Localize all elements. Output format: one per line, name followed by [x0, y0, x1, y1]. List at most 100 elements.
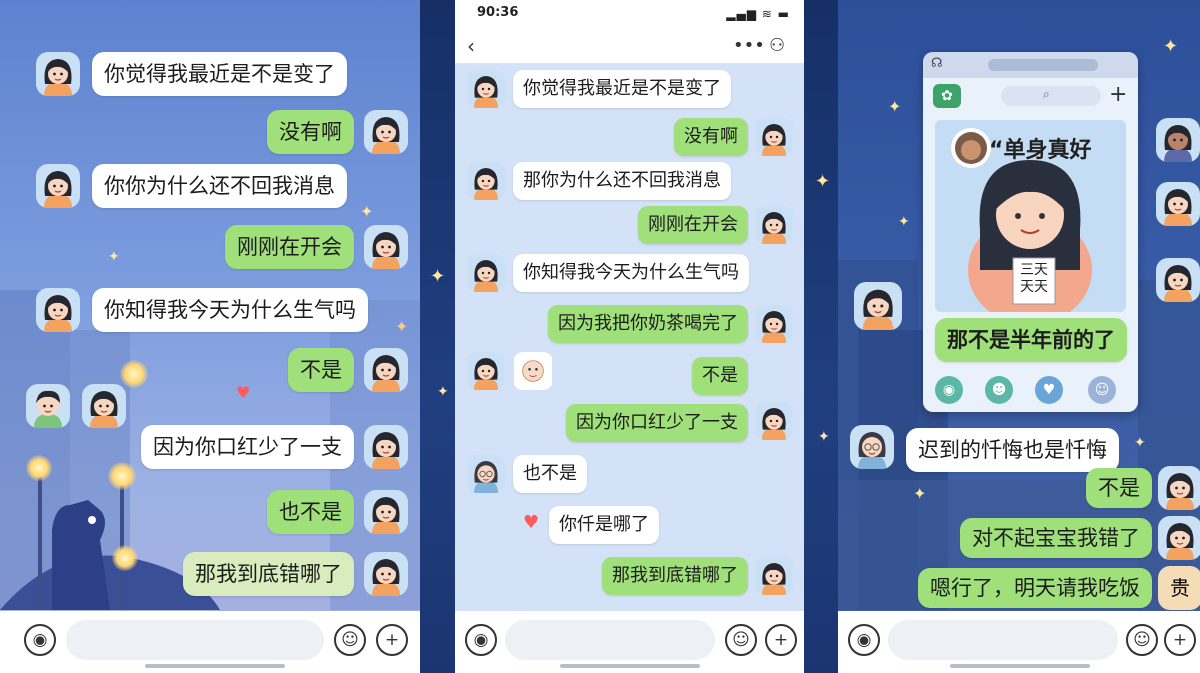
emoji-icon[interactable]: ☺ — [334, 624, 366, 656]
message-bubble[interactable]: 你你为什么还不回我消息 — [92, 164, 347, 208]
chat-panel-1: ✦ ✦ ✦ ♥ 你觉得我最近是不是变了 没有啊 你你为什么还不回我消息 刚刚在开… — [0, 0, 420, 673]
panel-divider — [420, 0, 455, 673]
sparkle-icon: ✦ — [360, 202, 374, 221]
avatar[interactable] — [364, 110, 408, 154]
avatar[interactable] — [1156, 182, 1200, 226]
avatar[interactable] — [364, 425, 408, 469]
avatar[interactable] — [755, 557, 793, 595]
avatar[interactable] — [364, 348, 408, 392]
plus-icon[interactable]: + — [765, 624, 797, 656]
avatar[interactable] — [26, 384, 70, 428]
window-icon: ☊ — [931, 56, 943, 71]
location-icon[interactable]: ◉ — [935, 376, 963, 404]
message-bubble[interactable]: 也不是 — [513, 455, 587, 493]
avatar-badge[interactable]: 贵 — [1158, 566, 1200, 610]
sparkle-icon: ✦ — [1134, 435, 1146, 451]
avatar[interactable] — [467, 162, 505, 200]
sparkle-icon: ✦ — [108, 249, 120, 265]
sparkle-icon: ✦ — [430, 266, 446, 287]
avatar[interactable] — [755, 402, 793, 440]
message-bubble[interactable]: 你觉得我最近是不是变了 — [92, 52, 347, 96]
sparkle-icon: ✦ — [898, 214, 910, 230]
voice-icon[interactable]: ◉ — [848, 624, 880, 656]
plus-icon[interactable]: + — [1109, 82, 1127, 107]
lamp-glow — [112, 545, 138, 571]
heart-icon: ♥ — [236, 383, 251, 402]
chat-panel-2: 90:36 ▂▄▆ ≋ ▬ ‹ ••• ⚇ ♥ 你觉得我最近是不是变了 没有啊 … — [455, 0, 804, 673]
friends-icon[interactable]: ☻ — [985, 376, 1013, 404]
voice-icon[interactable]: ◉ — [465, 624, 497, 656]
plus-icon[interactable]: + — [376, 624, 408, 656]
home-indicator — [145, 664, 285, 668]
avatar[interactable] — [854, 282, 902, 330]
message-bubble[interactable]: 刚刚在开会 — [225, 225, 354, 269]
avatar[interactable] — [36, 52, 80, 96]
avatar[interactable] — [1158, 516, 1200, 560]
sparkle-icon: ✦ — [437, 384, 449, 400]
chat-navbar: ‹ ••• ⚇ — [455, 30, 804, 64]
message-bubble[interactable]: 那我到底错哪了 — [602, 557, 748, 595]
message-bubble[interactable]: 没有啊 — [267, 110, 354, 154]
title-placeholder — [988, 59, 1098, 71]
message-input[interactable] — [505, 620, 715, 660]
sparkle-icon: ✦ — [395, 317, 409, 336]
lamp-glow — [120, 360, 148, 388]
message-bubble[interactable]: 你知得我今天为什么生气吗 — [513, 254, 749, 292]
search-input[interactable]: ⌕ — [1001, 86, 1101, 106]
avatar[interactable] — [467, 254, 505, 292]
avatar[interactable] — [364, 552, 408, 596]
message-bubble[interactable]: 嗯行了，明天请我吃饭 — [918, 568, 1152, 608]
sign-text: 三天 天天 — [1020, 262, 1048, 295]
message-bubble[interactable]: 你仟是哪了 — [549, 506, 659, 544]
heart-button-icon[interactable]: ♥ — [1035, 376, 1063, 404]
message-bubble[interactable]: 迟到的忏悔也是忏悔 — [906, 428, 1119, 472]
profile-icon[interactable]: ☺ — [1088, 376, 1116, 404]
reply-bubble[interactable]: 那不是半年前的了 — [935, 318, 1127, 362]
message-bubble[interactable]: 不是 — [1086, 468, 1152, 508]
message-bubble[interactable]: 那你为什么还不回我消息 — [513, 162, 731, 200]
avatar[interactable] — [467, 352, 505, 390]
avatar[interactable] — [1156, 258, 1200, 302]
sparkle-icon: ✦ — [888, 97, 902, 116]
sticker-face[interactable] — [513, 352, 553, 390]
avatar[interactable] — [364, 225, 408, 269]
avatar[interactable] — [36, 164, 80, 208]
chat-panel-3: ✦ ✦ ✦ ✦ ✦ ☊ ✿ ⌕ + “单身真好 三天 天天 那不是半年前的了 ◉… — [838, 0, 1200, 673]
message-bubble[interactable]: 因为你口红少了一支 — [141, 425, 354, 469]
avatar[interactable] — [755, 305, 793, 343]
message-bubble[interactable]: 不是 — [288, 348, 354, 392]
avatar[interactable] — [82, 384, 126, 428]
message-bubble[interactable]: 不是 — [692, 357, 748, 395]
avatar[interactable] — [36, 288, 80, 332]
avatar[interactable] — [1156, 118, 1200, 162]
input-bar: ◉ ☺ + — [0, 611, 420, 673]
home-indicator — [560, 664, 700, 668]
message-bubble[interactable]: 那我到底错哪了 — [183, 552, 354, 596]
avatar[interactable] — [755, 118, 793, 156]
message-input[interactable] — [66, 620, 324, 660]
message-bubble[interactable]: 你觉得我最近是不是变了 — [513, 70, 731, 108]
message-bubble[interactable]: 对不起宝宝我错了 — [960, 518, 1152, 558]
message-bubble[interactable]: 也不是 — [267, 490, 354, 534]
avatar[interactable] — [364, 490, 408, 534]
avatar[interactable] — [755, 206, 793, 244]
plus-icon[interactable]: + — [1164, 624, 1196, 656]
message-input[interactable] — [888, 620, 1118, 660]
signal-battery-icon: ▂▄▆ ≋ ▬ — [726, 7, 790, 21]
avatar[interactable] — [467, 455, 505, 493]
message-bubble[interactable]: 没有啊 — [674, 118, 748, 156]
emoji-icon[interactable]: ☺ — [1126, 624, 1158, 656]
profile-icon[interactable]: ⚇ — [769, 34, 785, 58]
more-icon[interactable]: ••• — [733, 34, 765, 58]
emoji-icon[interactable]: ☺ — [725, 624, 757, 656]
back-icon[interactable]: ‹ — [467, 34, 475, 58]
avatar[interactable] — [467, 70, 505, 108]
avatar[interactable] — [1158, 466, 1200, 510]
heart-icon: ♥ — [523, 512, 540, 533]
message-bubble[interactable]: 刚刚在开会 — [638, 206, 748, 244]
message-bubble[interactable]: 你知得我今天为什么生气吗 — [92, 288, 368, 332]
voice-icon[interactable]: ◉ — [24, 624, 56, 656]
message-bubble[interactable]: 因为你口红少了一支 — [566, 404, 748, 442]
avatar[interactable] — [850, 425, 894, 469]
message-bubble[interactable]: 因为我把你奶茶喝完了 — [548, 305, 748, 343]
